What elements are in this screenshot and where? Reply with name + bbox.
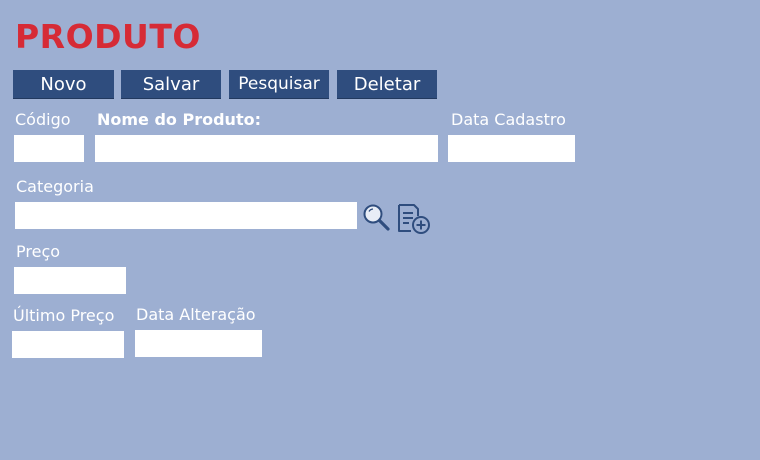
- data-cadastro-field[interactable]: [448, 135, 575, 162]
- preco-field[interactable]: [14, 267, 126, 294]
- pesquisar-button[interactable]: Pesquisar: [229, 70, 329, 99]
- search-icon[interactable]: [361, 202, 391, 232]
- nome-produto-label: Nome do Produto:: [97, 110, 261, 129]
- preco-label: Preço: [16, 242, 61, 261]
- deletar-button[interactable]: Deletar: [337, 70, 437, 99]
- add-document-icon[interactable]: [396, 202, 432, 236]
- categoria-field[interactable]: [15, 202, 357, 229]
- data-cadastro-label: Data Cadastro: [451, 110, 566, 129]
- ultimo-preco-label: Último Preço: [13, 306, 115, 325]
- data-alteracao-field[interactable]: [135, 330, 262, 357]
- codigo-label: Código: [15, 110, 71, 129]
- page-title: PRODUTO: [15, 17, 201, 56]
- nome-produto-field[interactable]: [95, 135, 438, 162]
- codigo-field[interactable]: [14, 135, 84, 162]
- ultimo-preco-field[interactable]: [12, 331, 124, 358]
- novo-button[interactable]: Novo: [13, 70, 114, 99]
- data-alteracao-label: Data Alteração: [136, 305, 256, 324]
- categoria-label: Categoria: [16, 177, 94, 196]
- salvar-button[interactable]: Salvar: [121, 70, 221, 99]
